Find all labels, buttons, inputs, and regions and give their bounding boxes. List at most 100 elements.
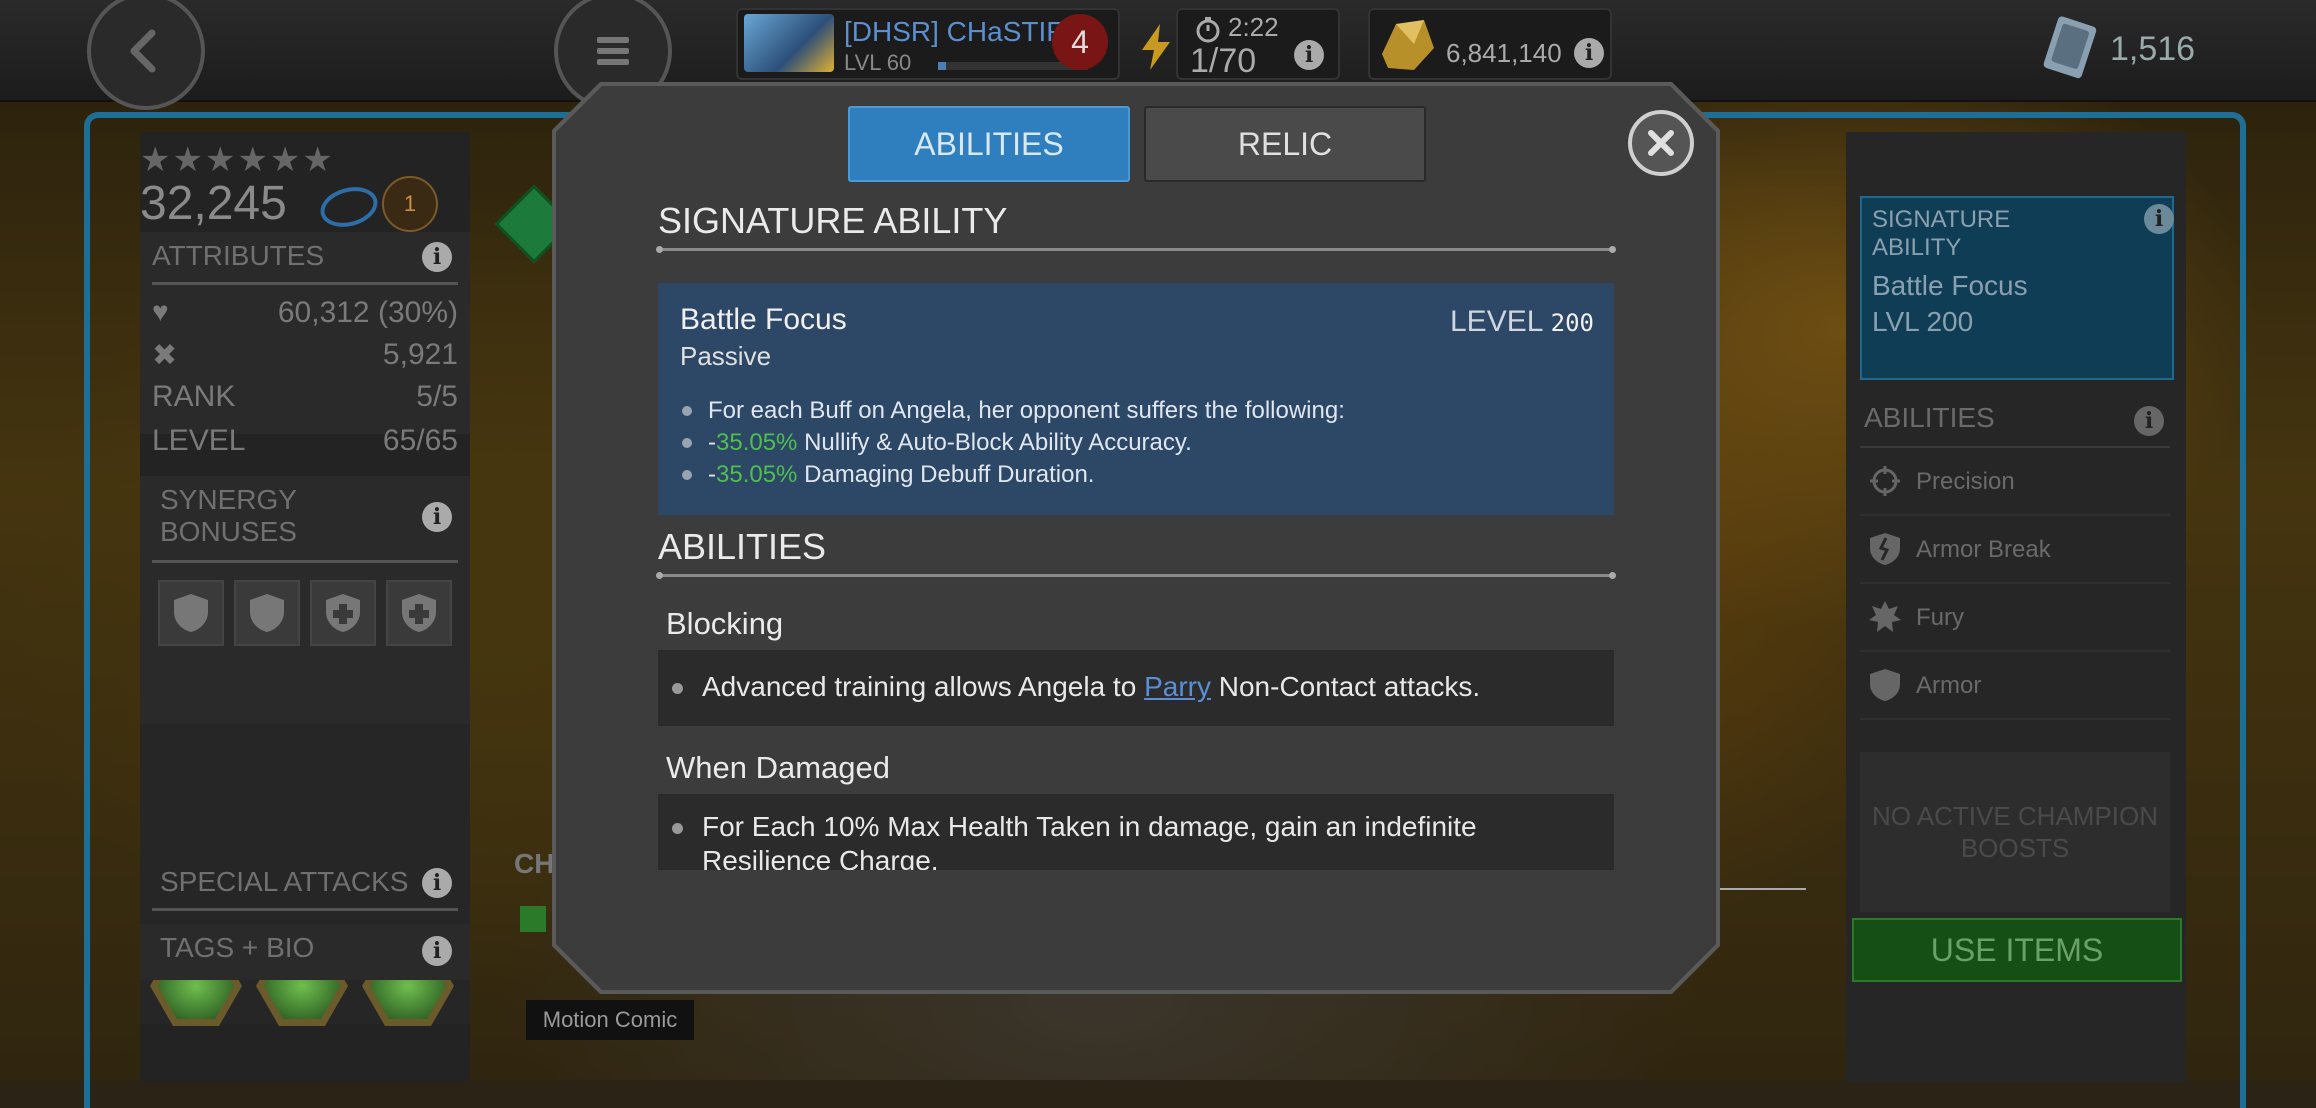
effect-line: -35.05% Damaging Debuff Duration. [680, 459, 1345, 491]
energy-timer: 2:22 [1228, 12, 1279, 42]
synergy-header: SYNERGY BONUSES [160, 484, 297, 547]
champion-side-panel: SIGNATURE ABILITY i Battle Focus LVL 200… [1846, 132, 2186, 1082]
units-icon [2043, 16, 2097, 79]
synergy-slot-health[interactable] [310, 580, 376, 646]
health-value: 60,312 (30%) [277, 296, 458, 329]
tab-relic[interactable]: RELIC [1144, 106, 1426, 182]
signature-ability-type: Passive [680, 341, 772, 371]
special-attacks-header: SPECIAL ATTACKS [160, 866, 409, 897]
back-arrow-icon [130, 29, 156, 73]
signature-ability-header: SIGNATURE ABILITY [658, 200, 1008, 241]
use-items-button[interactable]: USE ITEMS [1852, 918, 2182, 982]
blocking-box: Advanced training allows Angela to Parry… [658, 650, 1614, 726]
blocking-text: Non-Contact attacks. [1210, 671, 1481, 702]
motion-comic-button[interactable]: Motion Comic [526, 1000, 694, 1040]
rank-row: RANK 5/5 [152, 380, 458, 420]
parry-link[interactable]: Parry [1144, 671, 1211, 702]
notification-badge[interactable]: 4 [1052, 14, 1108, 70]
units-panel[interactable]: 1,516 [2030, 8, 2300, 79]
crosshair-icon [1870, 466, 1900, 496]
rank-badge: 1 [382, 176, 438, 232]
ability-label: Fury [1916, 604, 1964, 631]
energy-info-icon[interactable]: i [1294, 40, 1324, 70]
abilities-info-icon[interactable]: i [2134, 406, 2164, 436]
gold-icon [1382, 20, 1434, 70]
gold-panel[interactable]: 6,841,140 i [1368, 8, 1612, 80]
champion-rating: 32,245 [140, 177, 287, 230]
abilities-section-header: ABILITIES [658, 526, 827, 567]
timer-icon [1196, 17, 1220, 43]
energy-panel[interactable]: 2:22 1/70 i [1142, 8, 1340, 80]
synergy-slot-health[interactable] [386, 580, 452, 646]
menu-icon [597, 37, 629, 65]
tab-abilities[interactable]: ABILITIES [848, 106, 1130, 182]
units-amount: 1,516 [2110, 30, 2196, 68]
ability-label: Precision [1916, 468, 2015, 495]
back-button[interactable] [87, 0, 205, 110]
broken-shield-icon [1870, 533, 1900, 565]
blocking-text: Advanced training allows Angela to [702, 671, 1145, 702]
divider [152, 908, 458, 911]
health-percent: 30% [387, 296, 448, 329]
tags-bio-info-icon[interactable]: i [422, 936, 452, 966]
signature-ability-name: Battle Focus [680, 303, 847, 336]
no-boosts-message: NO ACTIVE CHAMPION BOOSTS [1860, 752, 2170, 912]
section-divider [656, 246, 1616, 253]
attributes-section: ATTRIBUTES i ♥ 60,312 (30%) ✖ 5,921 RANK… [140, 232, 470, 434]
health-shield-icon [402, 594, 436, 632]
when-damaged-box: For Each 10% Max Health Taken in damage,… [658, 794, 1614, 870]
when-damaged-description: For Each 10% Max Health Taken in damage,… [658, 810, 1477, 870]
section-divider [656, 572, 1616, 579]
signature-ability-details: Battle Focus Passive LEVEL 200 For each … [658, 283, 1614, 515]
ability-label: Armor Break [1916, 536, 2051, 563]
synergy-info-icon[interactable]: i [422, 502, 452, 532]
effect-line: For each Buff on Angela, her opponent su… [680, 395, 1345, 427]
play-icon[interactable] [520, 906, 546, 932]
effect-value: 35.05% [716, 429, 798, 456]
damaged-line: Resilience Charge. [702, 845, 939, 870]
signature-ability-card[interactable]: SIGNATURE ABILITY i Battle Focus LVL 200 [1860, 196, 2174, 380]
abilities-modal: ABILITIES RELIC SIGNATURE ABILITY Battle… [556, 86, 1716, 990]
ability-item-armor-break[interactable]: Armor Break [1860, 516, 2170, 584]
signature-info-icon[interactable]: i [2144, 204, 2174, 234]
divider [152, 560, 458, 563]
synergy-slot-shield[interactable] [234, 580, 300, 646]
effect-text: Nullify & Auto-Block Ability Accuracy. [797, 429, 1192, 456]
blocking-description: Advanced training allows Angela to Parry… [658, 670, 1480, 704]
signature-name: Battle Focus [1872, 270, 2028, 301]
special-attacks-info-icon[interactable]: i [422, 868, 452, 898]
effect-prefix: - [708, 461, 716, 488]
synergy-slot-shield[interactable] [158, 580, 224, 646]
swords-icon: ✖ [152, 339, 178, 372]
player-avatar[interactable] [744, 14, 834, 72]
divider [152, 282, 458, 285]
player-name: [DHSR] CHaSTIF° [844, 16, 1075, 47]
effect-line: -35.05% Nullify & Auto-Block Ability Acc… [680, 427, 1345, 459]
health-shield-icon [326, 594, 360, 632]
fury-icon [1869, 601, 1901, 632]
effect-text: Damaging Debuff Duration. [797, 461, 1095, 488]
shield-icon [250, 594, 284, 632]
level-label: LEVEL [1450, 305, 1543, 338]
effect-value: 35.05% [716, 461, 798, 488]
energy-count: 1/70 [1190, 42, 1257, 80]
health-row: ♥ 60,312 (30%) [152, 296, 458, 336]
attributes-info-icon[interactable]: i [422, 242, 452, 272]
level-value: 65/65 [382, 424, 458, 457]
attack-row: ✖ 5,921 [152, 338, 458, 378]
tags-bio-section[interactable]: TAGS + BIO i [140, 924, 470, 980]
damaged-line: For Each 10% Max Health Taken in damage,… [702, 811, 1477, 842]
blocking-title: Blocking [666, 606, 784, 641]
close-button[interactable] [1628, 110, 1694, 176]
gold-info-icon[interactable]: i [1574, 38, 1604, 68]
ability-item-precision[interactable]: Precision [1860, 448, 2170, 516]
ability-item-armor[interactable]: Armor [1860, 652, 2170, 720]
tags-bio-header: TAGS + BIO [160, 932, 315, 963]
rank-label: RANK [152, 380, 236, 413]
shield-icon [1870, 669, 1900, 701]
ability-item-fury[interactable]: Fury [1860, 584, 2170, 652]
when-damaged-title: When Damaged [666, 750, 891, 785]
shield-icon [174, 594, 208, 632]
xp-bar-fill [938, 62, 946, 70]
health-amount: 60,312 [277, 296, 370, 329]
